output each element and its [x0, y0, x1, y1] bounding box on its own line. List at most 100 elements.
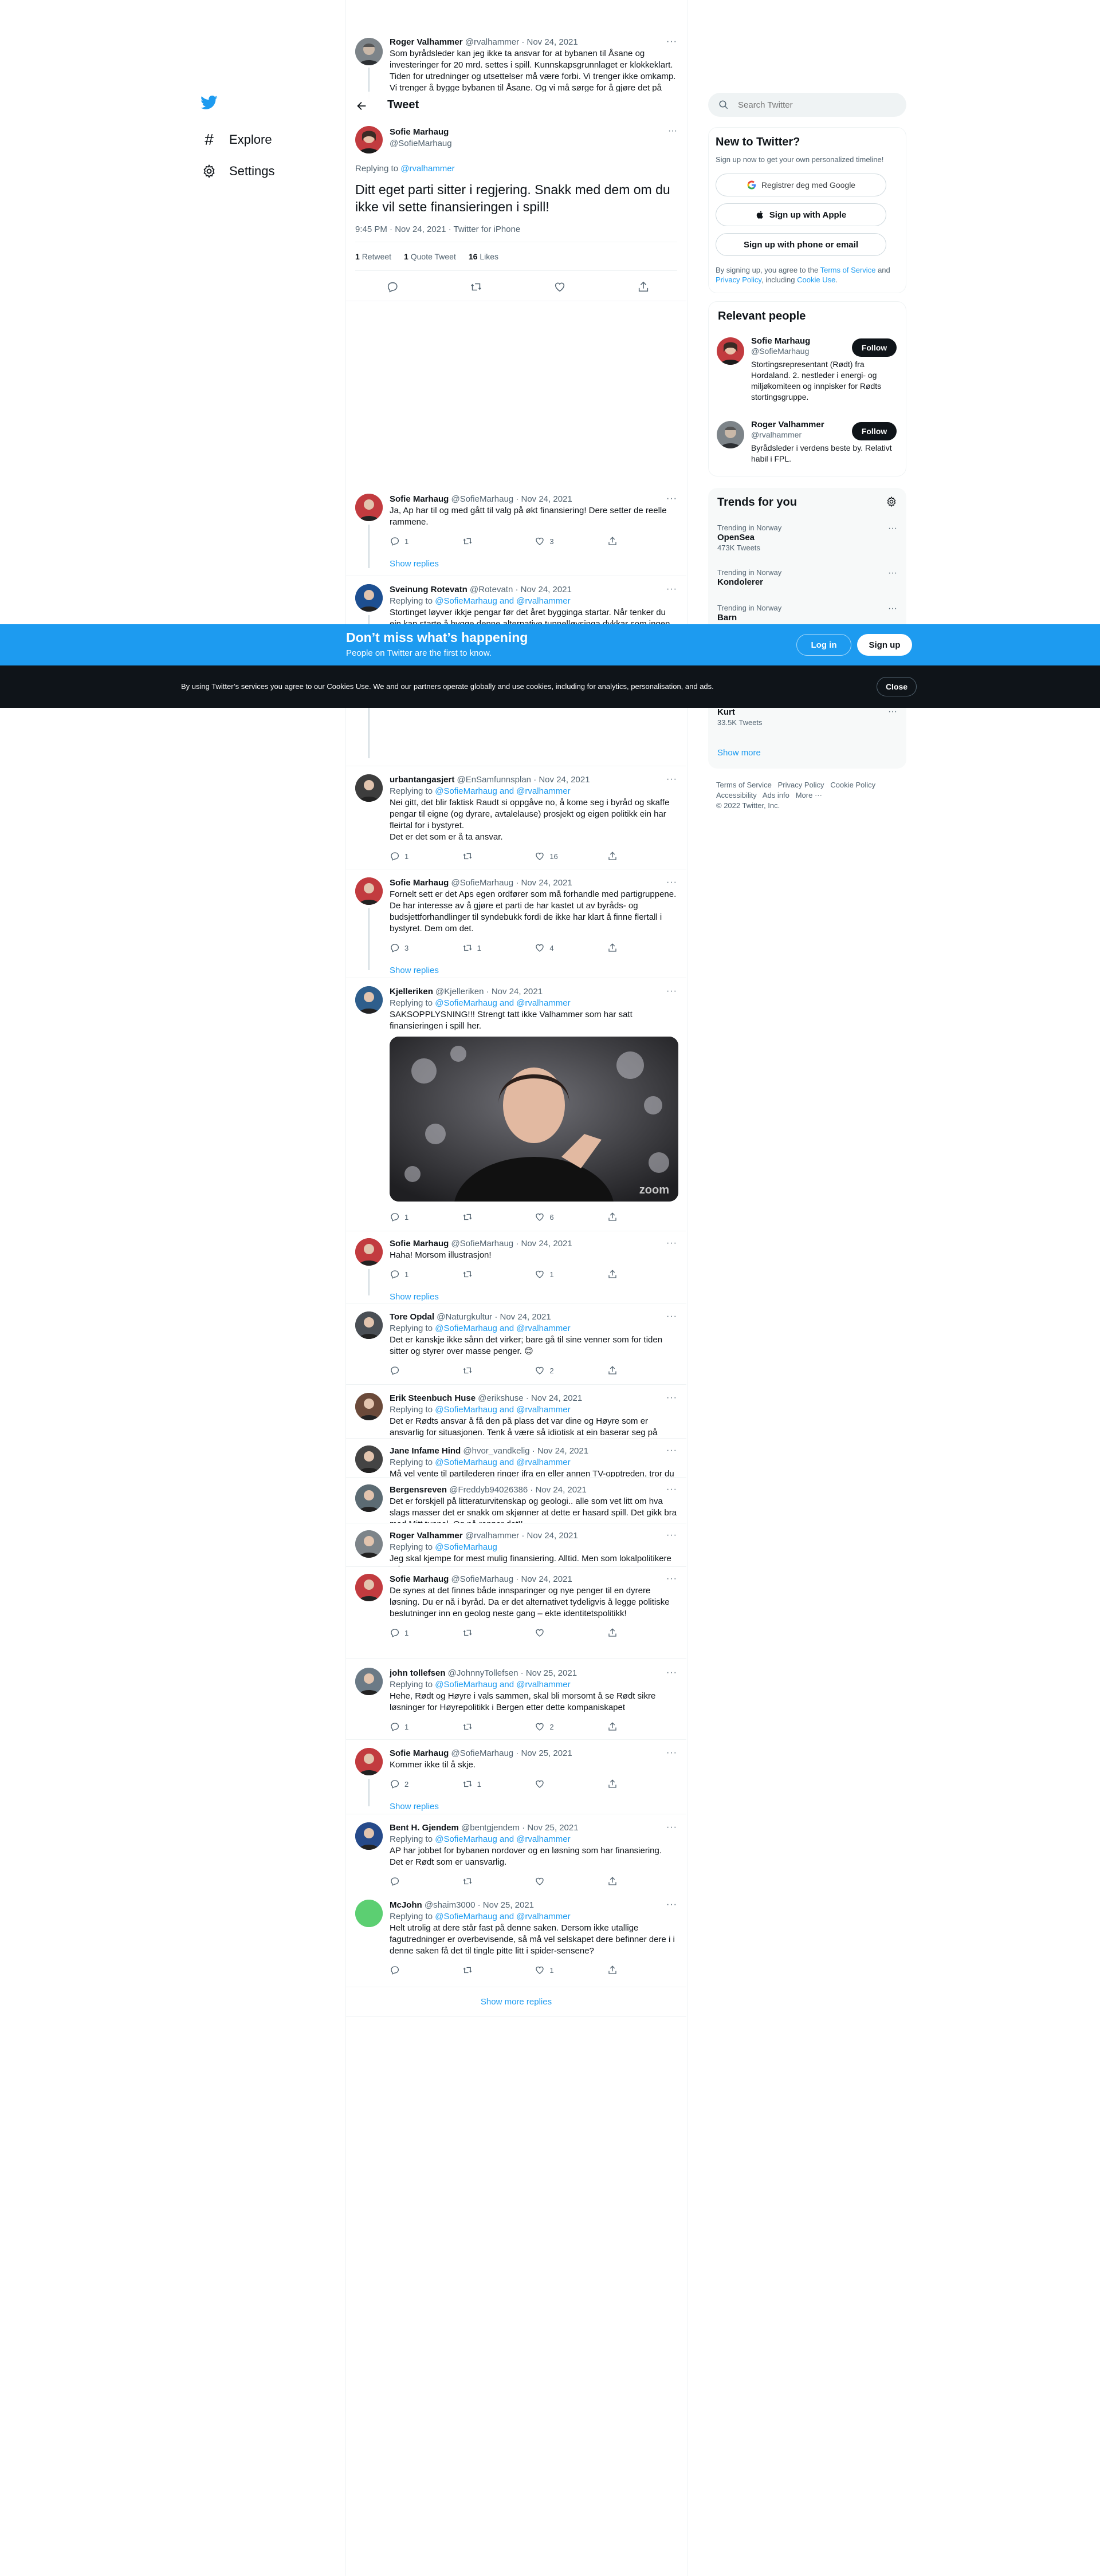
tweet-date[interactable]: · Nov 24, 2021	[516, 878, 572, 888]
tweet-date[interactable]: · Nov 24, 2021	[521, 37, 578, 47]
share-action[interactable]	[607, 536, 642, 546]
replying-link[interactable]: @SofieMarhaug	[435, 1542, 497, 1552]
show-replies-link[interactable]: Show replies	[390, 966, 439, 975]
follow-button[interactable]: Follow	[852, 422, 897, 440]
tweet-date[interactable]: · Nov 24, 2021	[526, 1393, 582, 1403]
replying-link[interactable]: @SofieMarhaug and @rvalhammer	[435, 1405, 570, 1415]
avatar[interactable]	[355, 1900, 383, 1927]
avatar[interactable]	[355, 1668, 383, 1695]
share-action[interactable]	[607, 1722, 642, 1732]
tweet-date[interactable]: · Nov 24, 2021	[533, 775, 590, 785]
login-button[interactable]: Log in	[796, 634, 851, 656]
avatar[interactable]	[355, 774, 383, 802]
show-replies-link[interactable]: Show replies	[390, 1292, 439, 1302]
parent-tweet[interactable]: Roger Valhammer @rvalhammer · Nov 24, 20…	[346, 30, 686, 99]
more-icon[interactable]: ···	[668, 126, 677, 136]
like-action[interactable]: 3	[535, 536, 569, 546]
retweet-action[interactable]	[462, 1212, 497, 1222]
replying-link[interactable]: @SofieMarhaug and @rvalhammer	[435, 998, 570, 1008]
retweet-action[interactable]	[462, 1965, 497, 1975]
reply-icon[interactable]	[386, 281, 399, 293]
retweet-icon[interactable]	[470, 281, 482, 293]
like-action[interactable]: 6	[535, 1212, 569, 1222]
tweet-date[interactable]: · Nov 24, 2021	[486, 987, 543, 996]
quote-count[interactable]: 1 Quote Tweet	[404, 252, 456, 261]
reply-tweet[interactable]: Sofie Marhaug @SofieMarhaug · Nov 24, 20…	[346, 1567, 686, 1659]
twitter-logo-icon[interactable]	[199, 94, 219, 111]
replying-link[interactable]: @SofieMarhaug and @rvalhammer	[435, 1458, 570, 1467]
author-name[interactable]: Bent H. Gjendem	[390, 1823, 459, 1833]
reply-action[interactable]	[390, 1965, 424, 1975]
author-name[interactable]: Tore Opdal	[390, 1312, 434, 1322]
more-icon[interactable]: ···	[666, 1900, 677, 1910]
author-name[interactable]: Erik Steenbuch Huse	[390, 1393, 476, 1403]
like-count[interactable]: 16 Likes	[469, 252, 498, 261]
reply-action[interactable]: 1	[390, 1212, 424, 1222]
like-action[interactable]: 2	[535, 1365, 569, 1376]
avatar[interactable]	[355, 1393, 383, 1420]
like-action[interactable]	[535, 1628, 569, 1638]
trend-item[interactable]: Trending in Norway Kondolerer ···	[717, 568, 897, 588]
retweet-action[interactable]	[462, 1365, 497, 1376]
search-box[interactable]	[708, 93, 906, 117]
show-replies-link[interactable]: Show replies	[390, 1802, 439, 1811]
retweet-action[interactable]	[462, 1876, 497, 1886]
person-card[interactable]: Sofie Marhaug @SofieMarhaug Follow Stort…	[709, 334, 906, 409]
tweet-date[interactable]: · Nov 24, 2021	[516, 1239, 572, 1248]
reply-tweet[interactable]: Roger Valhammer @rvalhammer · Nov 24, 20…	[346, 1523, 686, 1567]
avatar[interactable]	[355, 1748, 383, 1775]
author-name[interactable]: Roger Valhammer	[390, 37, 463, 47]
avatar[interactable]	[355, 584, 383, 612]
tweet-date[interactable]: · Nov 24, 2021	[516, 1574, 572, 1584]
more-icon[interactable]: ···	[666, 1574, 677, 1584]
retweet-action[interactable]	[462, 851, 497, 861]
replying-link[interactable]: @SofieMarhaug and @rvalhammer	[435, 786, 570, 796]
show-more-replies-button[interactable]: Show more replies	[346, 1987, 686, 2017]
cookie-close-button[interactable]: Close	[877, 677, 917, 696]
like-action[interactable]: 4	[535, 943, 569, 953]
reply-tweet[interactable]: McJohn @shaim3000 · Nov 25, 2021 Replyin…	[346, 1893, 686, 1987]
reply-action[interactable]: 3	[390, 943, 424, 953]
share-action[interactable]	[607, 1965, 642, 1975]
reply-tweet[interactable]: Kjelleriken @Kjelleriken · Nov 24, 2021 …	[346, 979, 686, 1231]
more-icon[interactable]: ···	[666, 494, 677, 504]
footer-links[interactable]: Terms of Service Privacy Policy Cookie P…	[716, 780, 875, 790]
avatar[interactable]	[355, 1445, 383, 1473]
more-icon[interactable]: ···	[666, 1393, 677, 1403]
more-icon[interactable]: ···	[666, 986, 677, 996]
author-name[interactable]: Bergensreven	[390, 1485, 447, 1495]
author-name[interactable]: john tollefsen	[390, 1668, 446, 1678]
google-signup-button[interactable]: Registrer deg med Google	[716, 174, 886, 196]
tweet-date[interactable]: · Nov 24, 2021	[530, 1485, 586, 1495]
avatar[interactable]	[355, 1484, 383, 1512]
tweet-meta[interactable]: 9:45 PM · Nov 24, 2021 · Twitter for iPh…	[355, 224, 520, 234]
settings-gear-icon[interactable]	[886, 496, 897, 507]
reply-tweet[interactable]: Sofie Marhaug @SofieMarhaug · Nov 24, 20…	[346, 871, 686, 978]
author-name[interactable]: Jane Infame Hind	[390, 1446, 461, 1456]
show-replies-link[interactable]: Show replies	[390, 559, 439, 569]
reply-tweet[interactable]: Bent H. Gjendem @bentgjendem · Nov 25, 2…	[346, 1815, 686, 1893]
apple-signup-button[interactable]: Sign up with Apple	[716, 203, 886, 226]
share-icon[interactable]	[637, 281, 650, 293]
avatar[interactable]	[355, 126, 383, 153]
tweet-date[interactable]: · Nov 24, 2021	[521, 1531, 578, 1541]
more-icon[interactable]: ···	[666, 1748, 677, 1758]
reply-action[interactable]: 1	[390, 1269, 424, 1279]
reply-tweet[interactable]: urbantangasjert @EnSamfunnsplan · Nov 24…	[346, 767, 686, 869]
author-name[interactable]: Kjelleriken	[390, 987, 433, 996]
replying-link[interactable]: @SofieMarhaug and @rvalhammer	[435, 1834, 570, 1844]
avatar[interactable]	[355, 986, 383, 1014]
more-icon[interactable]: ···	[888, 568, 897, 578]
avatar[interactable]	[355, 1311, 383, 1339]
reply-tweet[interactable]: john tollefsen @JohnnyTollefsen · Nov 25…	[346, 1661, 686, 1740]
avatar[interactable]	[355, 1238, 383, 1266]
author-name[interactable]: Sofie Marhaug	[390, 878, 449, 888]
more-icon[interactable]: ···	[666, 37, 677, 47]
search-input[interactable]	[738, 99, 893, 111]
retweet-count[interactable]: 1 Retweet	[355, 252, 391, 261]
phone-signup-button[interactable]: Sign up with phone or email	[716, 233, 886, 256]
like-icon[interactable]	[553, 281, 566, 293]
more-icon[interactable]: ···	[666, 1530, 677, 1541]
tweet-date[interactable]: · Nov 25, 2021	[516, 1748, 572, 1758]
share-action[interactable]	[607, 1876, 642, 1886]
